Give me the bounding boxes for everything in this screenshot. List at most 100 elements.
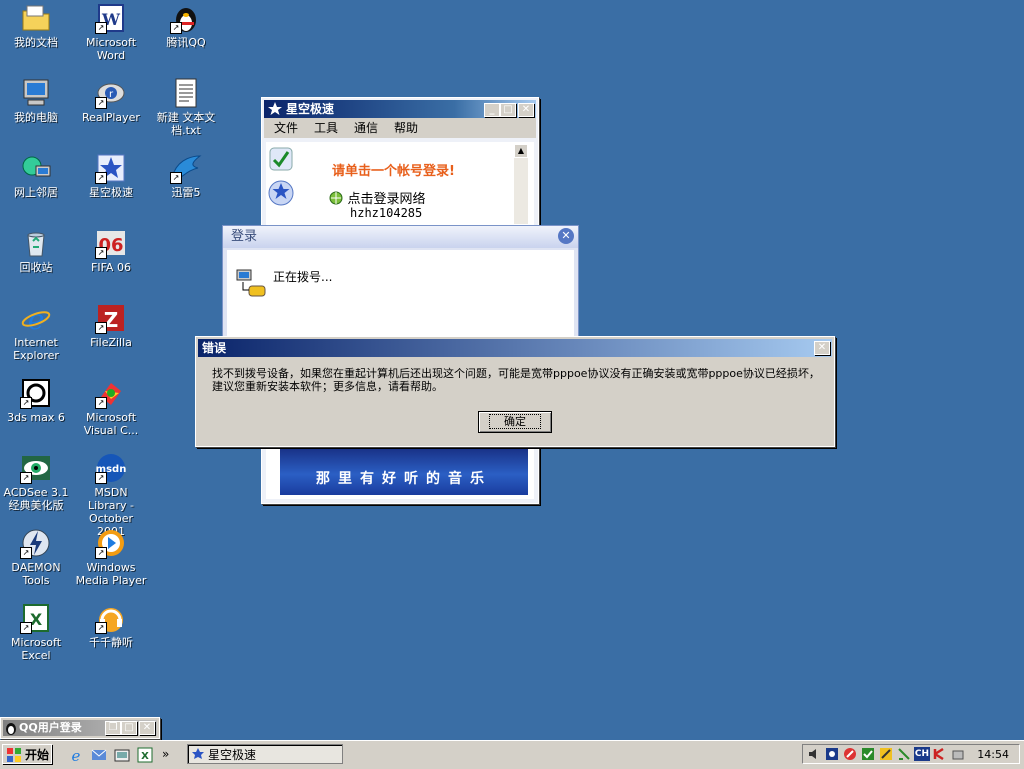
restore-icon: ❐ — [108, 722, 118, 733]
star-icon — [268, 180, 294, 206]
error-close-button[interactable]: ✕ — [814, 341, 830, 355]
error-dialog: 错误 ✕ 找不到拨号设备，如果您在重起计算机后还出现这个问题，可能是宽带pppo… — [195, 336, 835, 447]
desktop-icon-ie[interactable]: e Internet Explorer — [0, 302, 72, 362]
desktop-icon-my-computer[interactable]: 我的电脑 — [0, 77, 72, 124]
side-tab-check[interactable] — [268, 144, 294, 174]
start-button[interactable]: 开始 — [2, 744, 52, 764]
desktop-icon-acdsee[interactable]: ↗ ACDSee 3.1 经典美化版 — [0, 452, 72, 512]
desktop-icon-visual-c[interactable]: ↗ Microsoft Visual C... — [75, 377, 147, 437]
input-language-label: CH — [914, 749, 930, 759]
taskbar-clock[interactable]: 14:54 — [977, 745, 1009, 765]
maximize-icon: □ — [124, 722, 134, 733]
menu-communication[interactable]: 通信 — [348, 118, 384, 138]
music-banner[interactable]: 那里有好听的音乐 — [280, 443, 528, 495]
qq-title-bar[interactable]: QQ用户登录 ❐ □ ✕ — [3, 720, 157, 736]
desktop-icon-network[interactable]: 网上邻居 — [0, 152, 72, 199]
desktop-icon-excel[interactable]: X ↗ Microsoft Excel — [0, 602, 72, 662]
input-language-indicator[interactable]: CH — [914, 747, 930, 761]
scroll-up-button[interactable]: ▲ — [514, 144, 528, 158]
desktop-icon-my-documents[interactable]: 我的文档 — [0, 2, 72, 49]
desktop-icon-filezilla[interactable]: Z ↗ FileZilla — [75, 302, 147, 349]
shortcut-arrow-icon: ↗ — [20, 397, 32, 409]
login-close-button[interactable]: ✕ — [558, 228, 574, 244]
error-title-text: 错误 — [202, 341, 227, 355]
desktop-icon-fifa06[interactable]: 06 ↗ FIFA 06 — [75, 227, 147, 274]
taskbar-item-label: 星空极速 — [208, 748, 257, 762]
thunder-bird-icon: ↗ — [170, 152, 202, 184]
shortcut-arrow-icon: ↗ — [95, 22, 107, 34]
close-button[interactable]: ✕ — [518, 103, 534, 117]
quicklaunch-more-chevron-icon[interactable]: » — [162, 747, 178, 763]
qq-restore-button[interactable]: ❐ — [105, 721, 121, 735]
banner-text: 那里有好听的音乐 — [316, 471, 492, 487]
arrow-up-icon: ▲ — [517, 146, 525, 155]
tray-app-icon-6[interactable] — [933, 747, 947, 761]
desktop-icon-recycle-bin[interactable]: 回收站 — [0, 227, 72, 274]
system-tray: CH 14:54 — [802, 744, 1020, 764]
menu-help[interactable]: 帮助 — [388, 118, 424, 138]
menu-tools[interactable]: 工具 — [308, 118, 344, 138]
close-icon: ✕ — [521, 104, 531, 115]
desktop-icon-realplayer[interactable]: r ↗ RealPlayer — [75, 77, 147, 124]
desktop-icon-qq[interactable]: ↗ 腾讯QQ — [150, 2, 222, 49]
tray-app-icon-2[interactable] — [843, 747, 857, 761]
tray-app-icon-4[interactable] — [879, 747, 893, 761]
filezilla-icon: Z ↗ — [95, 302, 127, 334]
tray-app-icon-1[interactable] — [825, 747, 839, 761]
xingkong-star-icon: ↗ — [95, 152, 127, 184]
realplayer-icon: r ↗ — [95, 77, 127, 109]
xingkong-small-icon — [191, 747, 205, 767]
close-icon: ✕ — [817, 342, 827, 353]
daemon-tools-icon: ↗ — [20, 527, 52, 559]
msdn-icon: msdn ↗ — [95, 452, 127, 484]
vertical-scrollbar[interactable]: ▲ — [514, 144, 528, 224]
quicklaunch-outlook-icon[interactable] — [91, 747, 107, 763]
recycle-bin-icon — [20, 227, 52, 259]
tray-app-icon-7[interactable] — [951, 747, 965, 761]
dialing-status: 正在拨号... — [273, 270, 333, 284]
tray-app-icon-5[interactable] — [897, 747, 911, 761]
qq-login-minimized[interactable]: QQ用户登录 ❐ □ ✕ — [0, 717, 160, 739]
word-icon: W ↗ — [95, 2, 127, 34]
desktop-icon-msdn[interactable]: msdn ↗ MSDN Library - October 2001 — [75, 452, 147, 538]
desktop-icon-word[interactable]: W ↗ Microsoft Word — [75, 2, 147, 62]
ok-button[interactable]: 确定 — [478, 411, 552, 433]
network-icon — [20, 152, 52, 184]
acdsee-eye-icon: ↗ — [20, 452, 52, 484]
shortcut-arrow-icon: ↗ — [170, 172, 182, 184]
side-tab-strip — [266, 142, 296, 232]
desktop-icon-xunlei[interactable]: ↗ 迅雷5 — [150, 152, 222, 199]
text-document-icon — [170, 77, 202, 109]
shortcut-arrow-icon: ↗ — [95, 97, 107, 109]
xingkong-title-text: 星空极速 — [286, 102, 335, 116]
shortcut-arrow-icon: ↗ — [95, 622, 107, 634]
qq-close-button[interactable]: ✕ — [139, 721, 155, 735]
desktop-icon-ttplayer[interactable]: ↗ 千千静听 — [75, 602, 147, 649]
xingkong-menu-bar: 文件 工具 通信 帮助 — [264, 118, 536, 138]
menu-file[interactable]: 文件 — [268, 118, 304, 138]
desktop-icon-xingkong[interactable]: ↗ 星空极速 — [75, 152, 147, 199]
desktop-icon-media-player[interactable]: ↗ Windows Media Player — [75, 527, 147, 587]
ok-button-label: 确定 — [489, 414, 541, 429]
quicklaunch-show-desktop-icon[interactable] — [114, 747, 130, 763]
shortcut-arrow-icon: ↗ — [95, 322, 107, 334]
login-title-bar[interactable]: 登录 ✕ — [223, 226, 578, 248]
minimize-button[interactable]: _ — [484, 103, 500, 117]
volume-icon[interactable] — [807, 747, 821, 761]
side-tab-star[interactable] — [268, 178, 294, 208]
quicklaunch-excel-icon[interactable]: X — [137, 747, 153, 763]
xingkong-title-bar[interactable]: 星空极速 _ □ ✕ — [264, 100, 536, 118]
desktop-icon-daemon-tools[interactable]: ↗ DAEMON Tools — [0, 527, 72, 587]
network-globe-icon — [328, 190, 344, 206]
login-body: 正在拨号... — [227, 250, 574, 341]
qq-maximize-button[interactable]: □ — [121, 721, 137, 735]
desktop-icon-3dsmax[interactable]: ↗ 3ds max 6 — [0, 377, 72, 424]
quicklaunch-ie-icon[interactable]: e — [68, 747, 84, 765]
maximize-button[interactable]: □ — [500, 103, 516, 117]
error-title-bar[interactable]: 错误 ✕ — [198, 339, 832, 357]
taskbar-item-xingkong[interactable]: 星空极速 — [187, 744, 343, 764]
tray-app-icon-3[interactable] — [861, 747, 875, 761]
login-network-item[interactable]: 点击登录网络 — [328, 188, 426, 207]
taskbar: 开始 e X » 星空极速 CH 14:54 — [0, 740, 1024, 769]
desktop-icon-new-text-file[interactable]: 新建 文本文 档.txt — [150, 77, 222, 137]
